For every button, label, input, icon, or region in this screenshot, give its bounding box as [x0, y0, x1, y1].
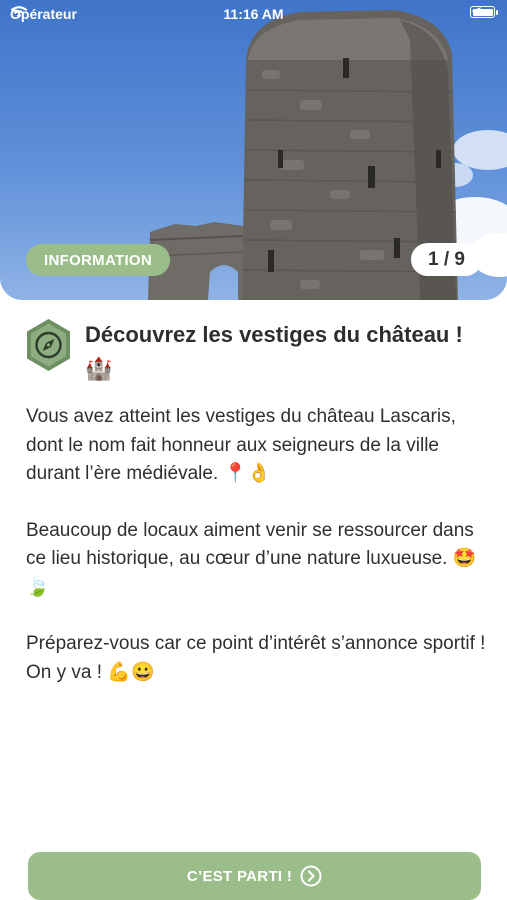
battery-level: [472, 8, 493, 16]
description-paragraph-3: Préparez-vous car ce point d’intérêt s’a…: [26, 633, 486, 683]
step-counter: 1 / 9: [411, 243, 482, 276]
start-button-label: C’EST PARTI !: [186, 867, 293, 885]
description: Vous avez atteint les vestiges du châtea…: [26, 403, 486, 687]
start-button[interactable]: C’EST PARTI !: [28, 852, 481, 900]
battery-icon: [470, 6, 498, 18]
hero-image: Opérateur 11:16 AM INFORMATION 1 / 9: [0, 0, 507, 300]
category-badge: INFORMATION: [26, 244, 171, 276]
chevron-right-circle-icon: [300, 865, 322, 887]
status-bar: Opérateur 11:16 AM: [0, 0, 507, 28]
status-time: 11:16 AM: [223, 6, 284, 22]
title-row: Découvrez les vestiges du château ! 🏰: [25, 318, 465, 386]
page-title: Découvrez les vestiges du château ! 🏰: [85, 322, 463, 381]
description-paragraph-1: Vous avez atteint les vestiges du châtea…: [26, 406, 456, 484]
compass-hexagon-icon: [27, 319, 70, 371]
status-right-icons: [470, 6, 498, 18]
description-paragraph-2: Beaucoup de locaux aiment venir se resso…: [26, 519, 477, 598]
